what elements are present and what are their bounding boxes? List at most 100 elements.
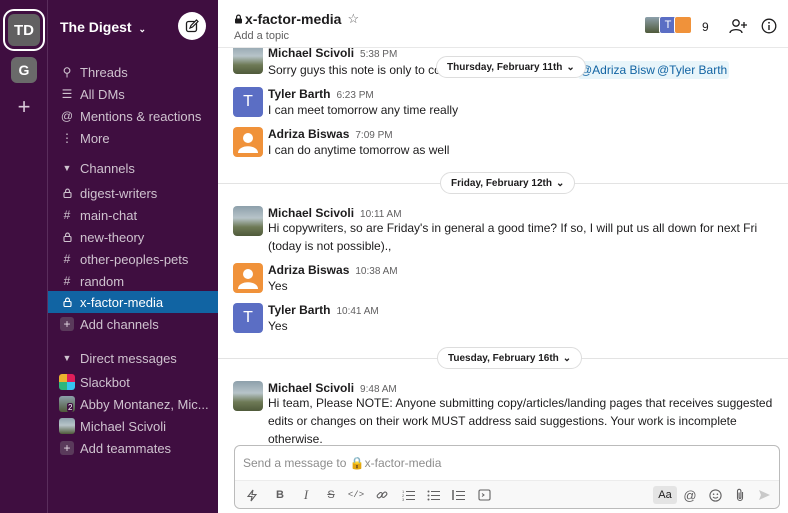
formatting-toggle-button[interactable]: Aa xyxy=(653,486,677,504)
sidebar-item-all-dms[interactable]: ☰ All DMs xyxy=(48,83,218,105)
strikethrough-icon[interactable]: S xyxy=(322,486,340,504)
sidebar-item-random[interactable]: # random xyxy=(48,270,218,292)
avatar xyxy=(233,263,263,293)
channel-name-button[interactable]: x-factor-media ☆ xyxy=(234,11,359,27)
message-time[interactable]: 6:23 PM xyxy=(336,90,373,101)
channels-section-toggle[interactable]: ▼ Channels xyxy=(48,157,218,179)
sidebar-item-main-chat[interactable]: # main-chat xyxy=(48,204,218,226)
message-time[interactable]: 10:38 AM xyxy=(355,266,397,277)
link-icon[interactable] xyxy=(373,486,391,504)
add-channels-label: Add channels xyxy=(80,316,159,332)
lock-icon xyxy=(235,14,242,24)
hash-icon: # xyxy=(63,274,71,288)
channels-heading: Channels xyxy=(80,160,135,176)
dm-section-toggle[interactable]: ▼ Direct messages xyxy=(48,347,218,369)
sidebar-item-slackbot[interactable]: Slackbot xyxy=(48,371,218,393)
numbered-list-icon[interactable]: 123 xyxy=(399,486,417,504)
avatar xyxy=(233,206,263,236)
lock-icon xyxy=(59,232,75,242)
sidebar-item-label: All DMs xyxy=(80,86,125,102)
message-text: Hi team, Please NOTE: Anyone submitting … xyxy=(268,396,773,446)
add-teammates-button[interactable]: + Add teammates xyxy=(48,437,218,459)
workspace-switch-td[interactable]: TD xyxy=(8,14,40,46)
message-time[interactable]: 5:38 PM xyxy=(360,49,397,60)
caret-down-icon: ▼ xyxy=(62,163,72,173)
chevron-down-icon: ⌄ xyxy=(138,24,147,34)
sidebar-item-other-peoples-pets[interactable]: # other-peoples-pets xyxy=(48,248,218,270)
date-label: Friday, February 12th xyxy=(451,177,552,189)
lock-icon xyxy=(59,297,75,307)
sender-name[interactable]: Michael Scivoli xyxy=(268,206,354,220)
channel-name: x-factor-media xyxy=(245,11,342,27)
avatar xyxy=(233,127,263,157)
message-input[interactable] xyxy=(243,454,763,472)
sidebar-item-label: Michael Scivoli xyxy=(80,418,166,434)
avatar xyxy=(674,16,692,34)
sidebar-item-label: Abby Montanez, Mic... xyxy=(80,396,209,412)
emoji-icon[interactable] xyxy=(706,486,724,504)
mention[interactable]: @Tyler Barth xyxy=(655,61,730,79)
dm-heading: Direct messages xyxy=(80,350,177,366)
italic-icon[interactable]: I xyxy=(297,486,315,504)
code-block-icon[interactable] xyxy=(475,486,493,504)
channel-header: x-factor-media ☆ Add a topic T 9 xyxy=(218,0,788,48)
sidebar-item-michael-scivoli[interactable]: Michael Scivoli xyxy=(48,415,218,437)
sender-name[interactable]: Michael Scivoli xyxy=(268,381,354,395)
sidebar-item-group-dm[interactable]: 2 Abby Montanez, Mic... xyxy=(48,393,218,415)
workspace-switch-g[interactable]: G xyxy=(11,57,37,83)
add-teammates-label: Add teammates xyxy=(80,440,172,456)
message-text: Hi copywriters, so are Friday's in gener… xyxy=(268,221,758,253)
date-label: Tuesday, February 16th xyxy=(448,352,559,364)
shortcuts-icon[interactable] xyxy=(243,486,261,504)
person-icon xyxy=(238,133,258,153)
add-channels-button[interactable]: + Add channels xyxy=(48,313,218,335)
chevron-down-icon: ⌄ xyxy=(555,177,565,189)
info-icon[interactable] xyxy=(759,16,779,36)
avatar: T xyxy=(233,303,263,333)
add-topic-link[interactable]: Add a topic xyxy=(234,30,289,42)
message-text: Yes xyxy=(268,319,288,333)
star-icon[interactable]: ☆ xyxy=(347,11,359,27)
add-workspace-button[interactable]: + xyxy=(13,96,35,118)
message-time[interactable]: 7:09 PM xyxy=(355,130,392,141)
date-divider-button[interactable]: Tuesday, February 16th ⌄ xyxy=(437,347,583,369)
sender-name[interactable]: Adriza Biswas xyxy=(268,263,349,277)
slackbot-avatar xyxy=(59,374,75,390)
lock-icon xyxy=(59,188,75,198)
compose-icon xyxy=(185,19,199,33)
sidebar-item-new-theory[interactable]: new-theory xyxy=(48,226,218,248)
compose-button[interactable] xyxy=(178,12,206,40)
sidebar-item-digest-writers[interactable]: digest-writers xyxy=(48,182,218,204)
date-divider-button[interactable]: Friday, February 12th ⌄ xyxy=(440,172,576,194)
chevron-down-icon: ⌄ xyxy=(562,352,572,364)
sender-name[interactable]: Tyler Barth xyxy=(268,303,330,317)
date-label: Thursday, February 11th xyxy=(447,61,563,73)
sender-name[interactable]: Michael Scivoli xyxy=(268,46,354,60)
member-avatars[interactable]: T xyxy=(644,16,692,34)
code-icon[interactable]: </> xyxy=(347,486,365,504)
attachment-icon[interactable] xyxy=(731,486,749,504)
sidebar-item-label: x-factor-media xyxy=(80,294,164,310)
sidebar-item-threads[interactable]: ⚲ Threads xyxy=(48,61,218,83)
sidebar-item-mentions[interactable]: @ Mentions & reactions xyxy=(48,105,218,127)
sidebar-item-label: Threads xyxy=(80,64,128,80)
sidebar-item-label: other-peoples-pets xyxy=(80,251,189,267)
blockquote-icon[interactable] xyxy=(449,486,467,504)
sender-name[interactable]: Adriza Biswas xyxy=(268,127,349,141)
sidebar-item-x-factor-media[interactable]: x-factor-media xyxy=(48,291,218,313)
dms-icon: ☰ xyxy=(61,87,73,101)
workspace-name-menu[interactable]: The Digest ⌄ xyxy=(60,19,146,35)
send-icon[interactable] xyxy=(755,486,773,504)
bulleted-list-icon[interactable] xyxy=(424,486,442,504)
plus-icon: + xyxy=(60,441,74,455)
sidebar-item-label: digest-writers xyxy=(80,185,158,201)
member-count[interactable]: 9 xyxy=(702,20,709,34)
sidebar-item-more[interactable]: ⋮ More xyxy=(48,127,218,149)
add-people-icon[interactable] xyxy=(728,16,748,36)
date-divider-button[interactable]: Thursday, February 11th ⌄ xyxy=(436,56,586,78)
bold-icon[interactable]: B xyxy=(271,486,289,504)
mention-icon[interactable]: @ xyxy=(681,486,699,504)
avatar: T xyxy=(233,87,263,117)
sender-name[interactable]: Tyler Barth xyxy=(268,87,330,101)
message-time[interactable]: 10:41 AM xyxy=(336,306,378,317)
